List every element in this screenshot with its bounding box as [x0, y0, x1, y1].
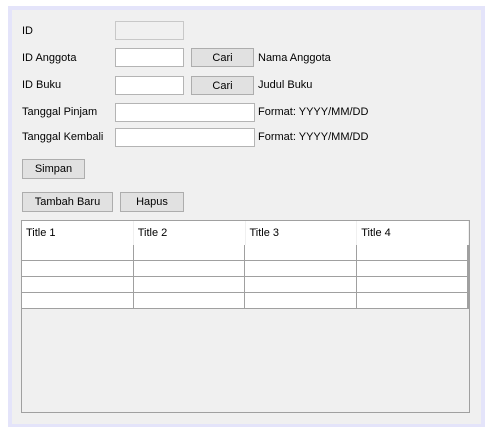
hapus-button[interactable]: Hapus — [120, 192, 184, 212]
judul-buku-label: Judul Buku — [258, 79, 313, 91]
id-field[interactable] — [115, 21, 184, 40]
table-cell[interactable] — [245, 245, 357, 260]
tanggal-pinjam-field[interactable] — [115, 103, 255, 122]
id-buku-field[interactable] — [115, 76, 184, 95]
table-cell[interactable] — [245, 261, 357, 276]
column-header[interactable]: Title 4 — [357, 221, 469, 245]
table-cell[interactable] — [22, 277, 134, 292]
table-row[interactable] — [22, 293, 469, 309]
column-header[interactable]: Title 2 — [134, 221, 246, 245]
table-header: Title 1 Title 2 Title 3 Title 4 — [22, 221, 469, 245]
table-cell[interactable] — [357, 293, 469, 308]
nama-anggota-label: Nama Anggota — [258, 52, 331, 64]
table-row[interactable] — [22, 245, 469, 261]
simpan-button[interactable]: Simpan — [22, 159, 85, 179]
table-cell[interactable] — [22, 261, 134, 276]
tanggal-pinjam-label: Tanggal Pinjam — [22, 106, 98, 118]
table-cell[interactable] — [22, 293, 134, 308]
data-table[interactable]: Title 1 Title 2 Title 3 Title 4 — [21, 220, 470, 413]
table-cell[interactable] — [357, 245, 469, 260]
tanggal-kembali-label: Tanggal Kembali — [22, 131, 104, 143]
table-cell[interactable] — [357, 261, 469, 276]
id-buku-label: ID Buku — [22, 79, 62, 91]
table-cell[interactable] — [134, 277, 245, 292]
column-header[interactable]: Title 1 — [22, 221, 134, 245]
table-row[interactable] — [22, 261, 469, 277]
table-cell[interactable] — [134, 293, 245, 308]
tanggal-kembali-field[interactable] — [115, 128, 255, 147]
id-label: ID — [22, 25, 33, 37]
tanggal-pinjam-hint: Format: YYYY/MM/DD — [258, 106, 369, 118]
id-anggota-label: ID Anggota — [22, 52, 77, 64]
table-cell[interactable] — [245, 277, 357, 292]
table-cell[interactable] — [134, 245, 245, 260]
table-cell[interactable] — [22, 245, 134, 260]
tanggal-kembali-hint: Format: YYYY/MM/DD — [258, 131, 369, 143]
cari-buku-button[interactable]: Cari — [191, 76, 254, 95]
table-cell[interactable] — [245, 293, 357, 308]
table-cell[interactable] — [357, 277, 469, 292]
cari-anggota-button[interactable]: Cari — [191, 48, 254, 67]
tambah-baru-button[interactable]: Tambah Baru — [22, 192, 113, 212]
table-row[interactable] — [22, 277, 469, 293]
id-anggota-field[interactable] — [115, 48, 184, 67]
column-header[interactable]: Title 3 — [246, 221, 358, 245]
table-cell[interactable] — [134, 261, 245, 276]
